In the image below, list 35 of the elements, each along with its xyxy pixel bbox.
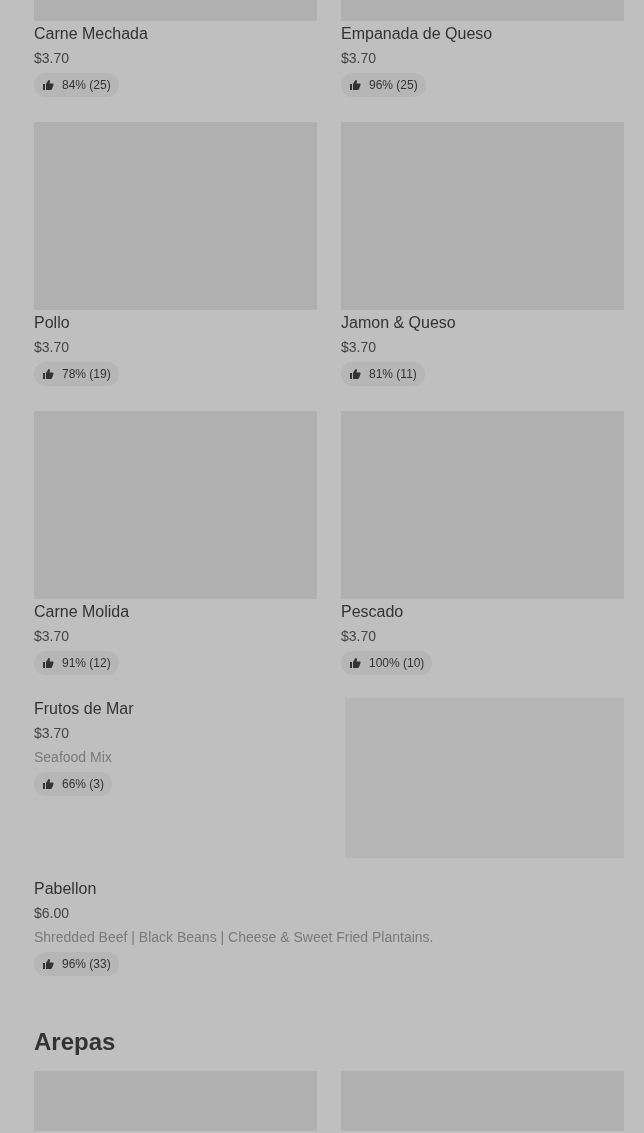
thumbs-up-icon — [42, 657, 54, 669]
item-name: Pescado — [341, 602, 405, 622]
item-name: Jamon & Queso — [341, 313, 457, 333]
item-name: Pabellon — [34, 879, 98, 899]
thumbs-up-icon — [42, 368, 54, 380]
rating-badge: 100% (10) — [341, 651, 433, 675]
thumbs-up-icon — [349, 657, 361, 669]
thumbs-up-icon — [349, 79, 361, 91]
item-description: Seafood Mix — [34, 748, 113, 767]
rating-badge: 78% (19) — [34, 362, 119, 386]
item-price: $3.70 — [34, 627, 71, 646]
rating-badge: 81% (11) — [341, 362, 425, 386]
item-price: $3.70 — [34, 49, 71, 68]
item-name: Carne Mechada — [34, 24, 149, 44]
item-price: $3.70 — [341, 49, 378, 68]
item-name: Carne Molida — [34, 602, 131, 622]
item-price: $3.70 — [34, 724, 71, 743]
item-name: Empanada de Queso — [341, 24, 494, 44]
rating-badge: 96% (25) — [341, 73, 426, 97]
item-price: $3.70 — [341, 627, 378, 646]
item-price: $3.70 — [341, 338, 378, 357]
item-price: $3.70 — [34, 338, 71, 357]
rating-badge: 84% (25) — [34, 73, 119, 97]
section-heading: Arepas — [34, 1027, 117, 1057]
thumbs-up-icon — [42, 958, 54, 970]
item-name: Frutos de Mar — [34, 699, 135, 719]
item-description: Shredded Beef | Black Beans | Cheese & Sweet Fried Plantains. — [34, 928, 435, 947]
thumbs-up-icon — [349, 368, 361, 380]
item-price: $6.00 — [34, 904, 71, 923]
rating-badge: 91% (12) — [34, 651, 119, 675]
rating-badge: 96% (33) — [34, 952, 119, 976]
thumbs-up-icon — [42, 778, 54, 790]
thumbs-up-icon — [42, 79, 54, 91]
rating-badge: 66% (3) — [34, 772, 113, 796]
item-name: Pollo — [34, 313, 71, 333]
